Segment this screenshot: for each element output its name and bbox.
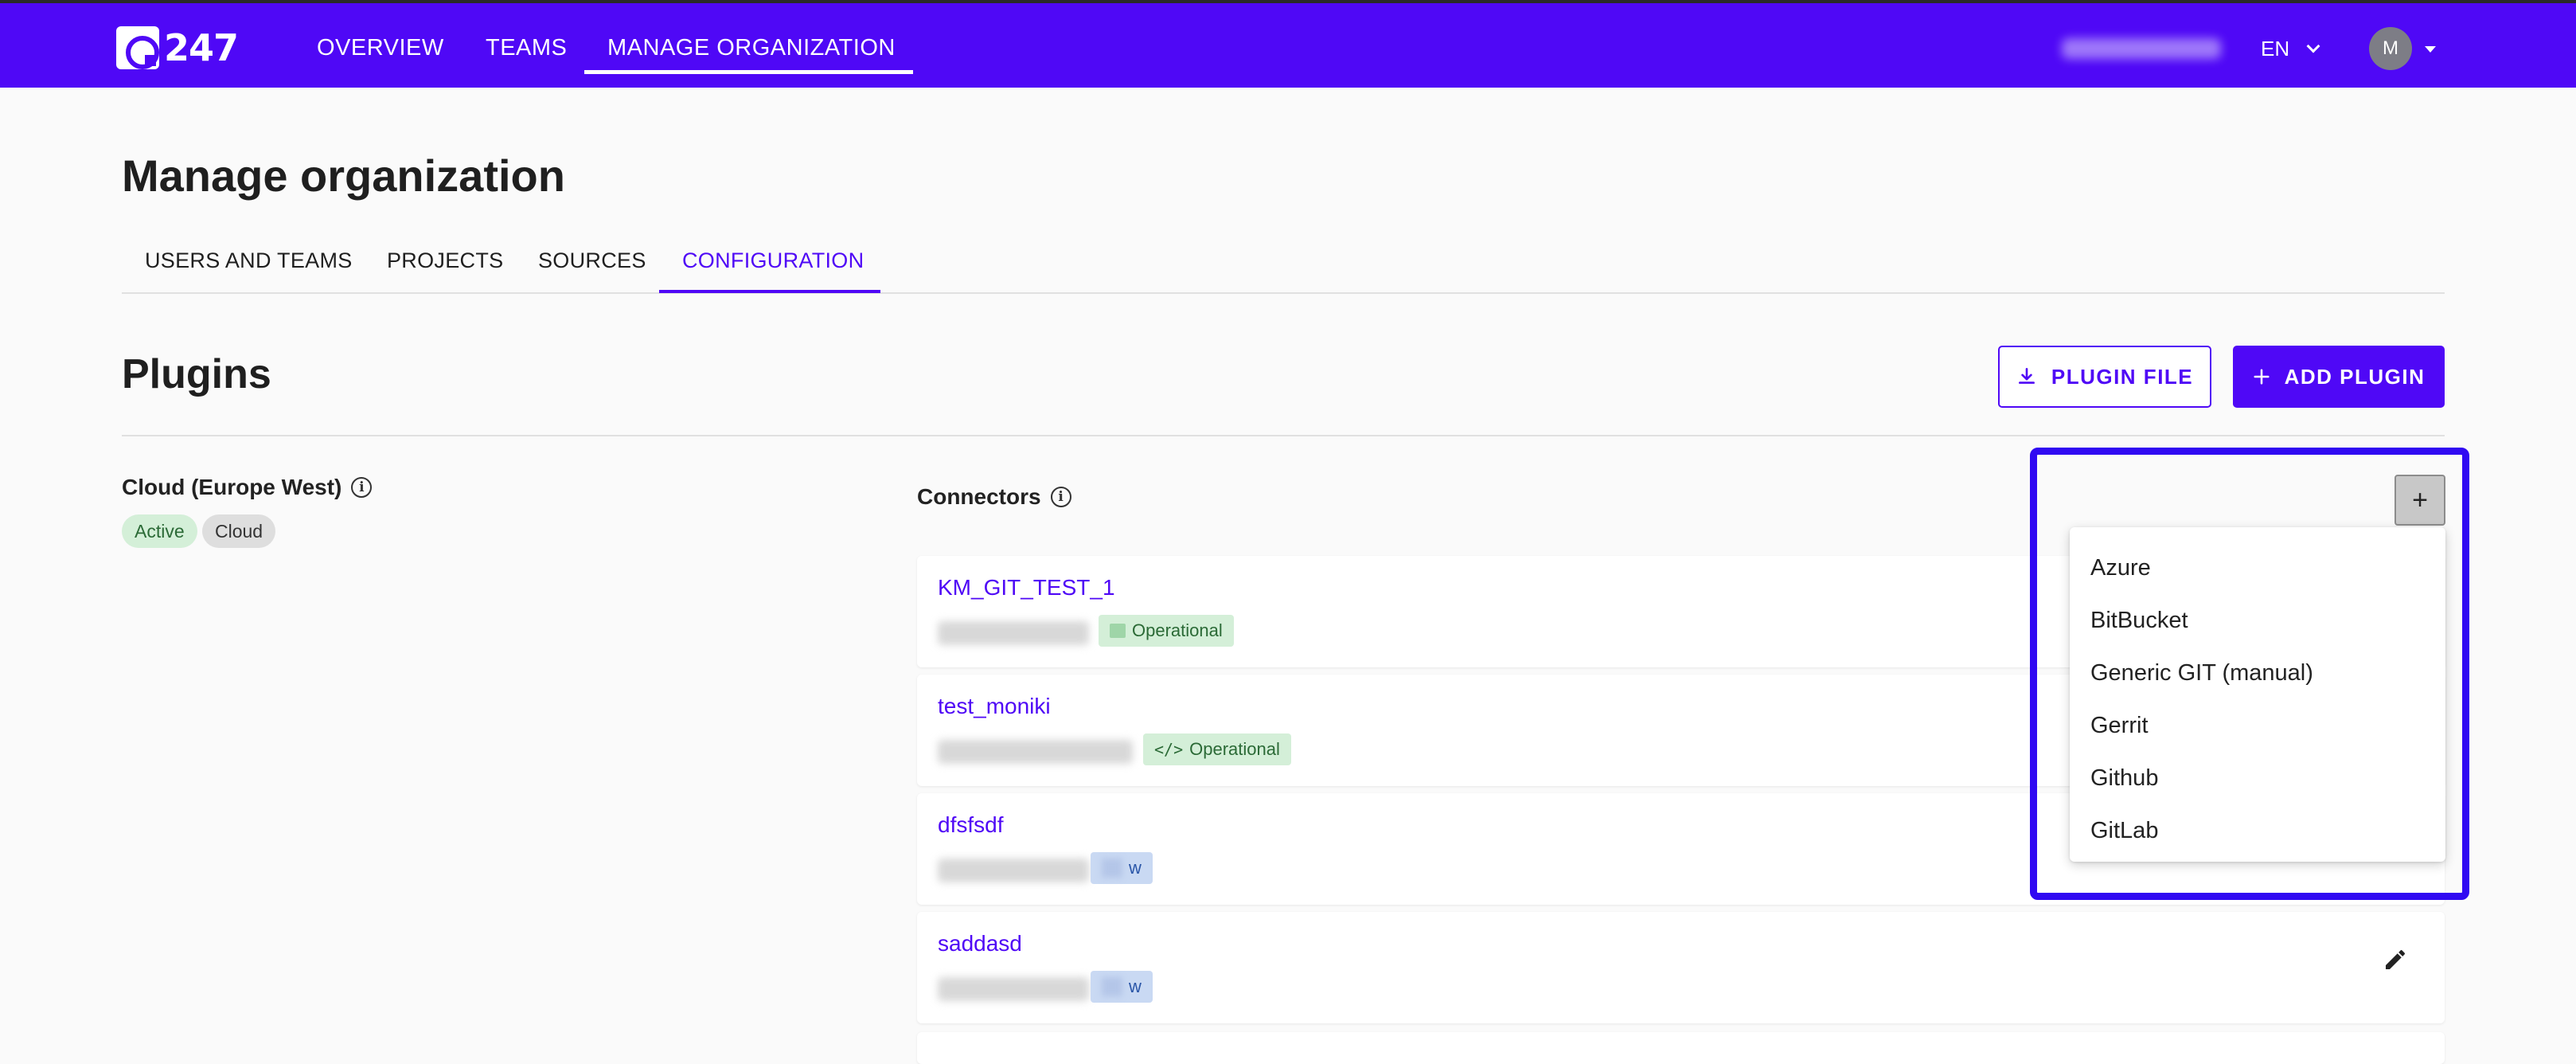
menu-item-gerrit[interactable]: Gerrit (2070, 699, 2445, 752)
add-connector-button[interactable]: + (2395, 475, 2445, 526)
plugins-title: Plugins (122, 351, 271, 397)
status-badge-label: w (1129, 976, 1142, 996)
nav-manage-organization[interactable]: MANAGE ORGANIZATION (607, 35, 896, 61)
connector-type-dropdown-menu: Azure BitBucket Generic GIT (manual) Ger… (2070, 527, 2445, 862)
add-plugin-label: ADD PLUGIN (2284, 364, 2426, 389)
cloud-plugin-name: Cloud (Europe West) (122, 475, 342, 499)
tab-users-and-teams[interactable]: USERS AND TEAMS (145, 248, 353, 273)
plus-icon (2254, 369, 2270, 385)
tab-projects[interactable]: PROJECTS (387, 248, 503, 273)
organization-selector[interactable] (2062, 38, 2221, 59)
type-badge-cloud: Cloud (202, 514, 276, 548)
info-icon[interactable]: i (1050, 487, 1071, 507)
q-logo-icon (116, 26, 159, 69)
operational-badge-label: Operational (1132, 620, 1223, 640)
pencil-edit-icon[interactable] (2383, 947, 2408, 972)
nav-active-indicator (584, 70, 913, 74)
connectors-title: Connectors i (917, 484, 1071, 510)
info-icon[interactable]: i (351, 477, 373, 498)
tabs-divider (122, 292, 2445, 294)
plugin-file-label: PLUGIN FILE (2051, 364, 2194, 389)
menu-item-azure[interactable]: Azure (2070, 542, 2445, 594)
q247-logo[interactable]: 247 (116, 25, 239, 70)
connector-type-text (938, 977, 1089, 1001)
operational-badge: </> Operational (1143, 733, 1291, 765)
status-badge: w (1091, 971, 1153, 1003)
status-badge-label: w (1129, 858, 1142, 878)
user-avatar[interactable]: M (2369, 27, 2412, 70)
page-title: Manage organization (122, 151, 565, 201)
connector-name[interactable]: KM_GIT_TEST_1 (938, 575, 1115, 600)
connector-card[interactable]: saddasd w (917, 912, 2445, 1023)
code-icon: </> (1154, 740, 1184, 759)
connectors-label: Connectors (917, 484, 1041, 509)
menu-item-generic-git[interactable]: Generic GIT (manual) (2070, 647, 2445, 699)
nav-teams[interactable]: TEAMS (486, 35, 567, 61)
connector-name[interactable]: dfsfsdf (938, 812, 1003, 838)
menu-item-gitlab[interactable]: GitLab (2070, 804, 2445, 857)
status-square-icon (1110, 624, 1126, 638)
language-chevron-down-icon[interactable] (2306, 39, 2320, 53)
tab-active-indicator (659, 290, 880, 293)
menu-item-github[interactable]: Github (2070, 752, 2445, 804)
add-plugin-button[interactable]: ADD PLUGIN (2233, 346, 2445, 408)
operational-badge: Operational (1099, 615, 1234, 647)
connector-type-text (938, 621, 1089, 645)
nav-overview[interactable]: OVERVIEW (317, 35, 444, 61)
connector-name[interactable]: saddasd (938, 931, 1022, 956)
plugin-file-button[interactable]: PLUGIN FILE (1998, 346, 2211, 408)
connector-card[interactable] (917, 1032, 2445, 1064)
tab-configuration[interactable]: CONFIGURATION (682, 248, 864, 273)
logo-text: 247 (164, 26, 239, 69)
operational-badge-label: Operational (1189, 739, 1280, 759)
connector-name[interactable]: test_moniki (938, 694, 1051, 719)
download-icon (2018, 367, 2035, 384)
connector-type-text (938, 740, 1133, 764)
cloud-plugin-title: Cloud (Europe West) i (122, 475, 373, 500)
menu-item-bitbucket[interactable]: BitBucket (2070, 594, 2445, 647)
status-badge: w (1091, 852, 1153, 884)
tab-sources[interactable]: SOURCES (538, 248, 646, 273)
section-divider (122, 435, 2445, 436)
language-selector[interactable]: EN (2261, 37, 2289, 61)
user-menu-caret-icon[interactable] (2425, 46, 2436, 53)
connector-type-text (938, 859, 1089, 882)
status-badge-active: Active (122, 514, 197, 548)
top-navigation-bar: 247 OVERVIEW TEAMS MANAGE ORGANIZATION E… (0, 0, 2576, 88)
